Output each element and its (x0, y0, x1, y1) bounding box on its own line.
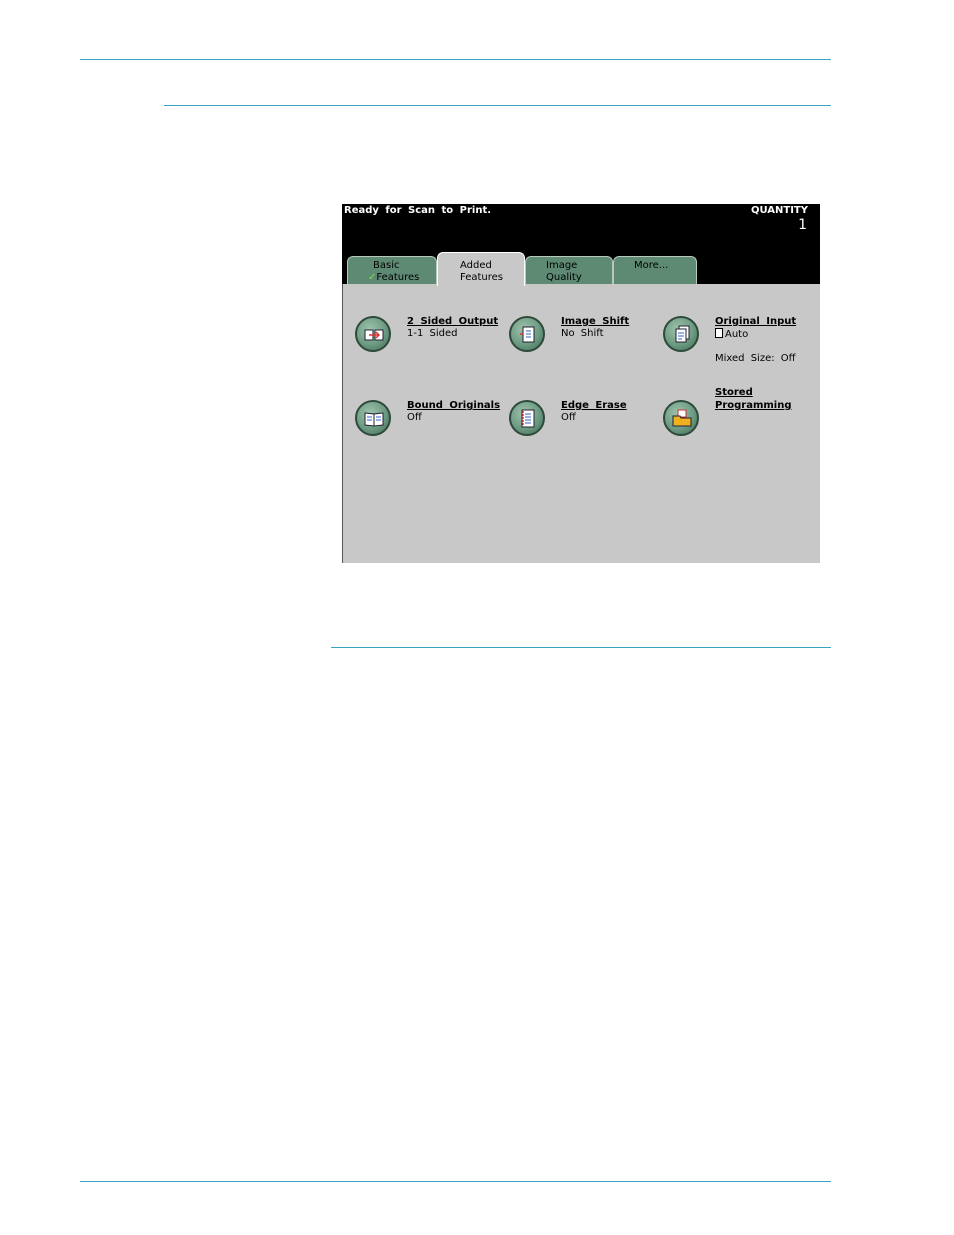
tab-label-line1: Basic (373, 260, 400, 271)
stored-programming-title[interactable]: Stored (715, 387, 753, 398)
image-shift-title[interactable]: Image Shift (561, 316, 629, 327)
original-input-icon (675, 325, 690, 343)
status-message: Ready for Scan to Print. (344, 205, 492, 216)
quantity-value: 1 (798, 217, 807, 233)
top-rule (80, 59, 831, 60)
edge-erase-title[interactable]: Edge Erase (561, 400, 627, 411)
stored-programming-button[interactable] (663, 400, 699, 436)
original-input-button[interactable] (663, 316, 699, 352)
tab-label-line2: More... (634, 260, 669, 271)
tab-label-line2: Quality (546, 272, 582, 283)
tab-basic-features[interactable]: Basic ✓Features (347, 256, 437, 284)
two-sided-output-button[interactable] (355, 316, 391, 352)
edge-erase-button[interactable] (509, 400, 545, 436)
added-features-panel: 2 Sided Output 1-1 Sided Image Shift No … (342, 284, 820, 563)
bound-originals-button[interactable] (355, 400, 391, 436)
mixed-size-value: Mixed Size: Off (715, 353, 796, 364)
image-shift-button[interactable] (509, 316, 545, 352)
copier-touch-screen: Ready for Scan to Print. QUANTITY 1 Basi… (342, 204, 820, 563)
two-sided-output-title[interactable]: 2 Sided Output (407, 316, 498, 327)
original-input-title[interactable]: Original Input (715, 316, 796, 327)
bottom-rule (80, 1181, 831, 1182)
tab-label-line2: Features (460, 272, 503, 283)
tab-label-line1: Image (546, 260, 578, 271)
book-icon (364, 412, 384, 427)
tab-more[interactable]: More... (613, 256, 697, 284)
figure-bottom-rule (331, 647, 831, 648)
tab-label-line1: Added (460, 260, 492, 271)
tab-image-quality[interactable]: Image Quality (525, 256, 613, 284)
quantity-label: QUANTITY (750, 205, 808, 216)
bound-originals-value: Off (407, 412, 422, 423)
tab-label-line2: ✓Features (368, 272, 420, 283)
two-sided-icon (364, 329, 384, 341)
image-shift-value: No Shift (561, 328, 604, 339)
image-shift-icon (520, 326, 535, 343)
edge-erase-icon (521, 409, 535, 428)
tab-added-features[interactable]: Added Features (437, 252, 525, 286)
section-rule (164, 105, 831, 106)
page-icon (715, 328, 723, 338)
edge-erase-value: Off (561, 412, 576, 423)
two-sided-output-value: 1-1 Sided (407, 328, 458, 339)
original-input-value: Auto (715, 328, 748, 340)
folder-icon (672, 409, 692, 427)
bound-originals-title[interactable]: Bound Originals (407, 400, 500, 411)
stored-programming-title-line2[interactable]: Programming (715, 400, 792, 411)
